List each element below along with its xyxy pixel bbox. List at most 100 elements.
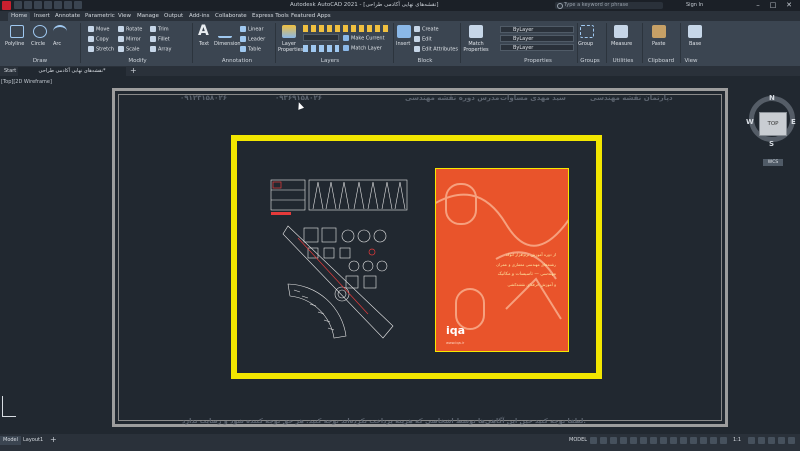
new-tab-button[interactable]: +: [130, 66, 137, 75]
layer-toolbar-icons[interactable]: [303, 25, 391, 32]
ortho-icon[interactable]: [610, 437, 617, 444]
dimension-icon[interactable]: [218, 25, 232, 38]
create-block-button[interactable]: Create: [414, 26, 439, 33]
tab-output[interactable]: Output: [161, 12, 186, 21]
paste-button[interactable]: Paste: [652, 41, 666, 47]
text-icon[interactable]: A: [198, 23, 209, 39]
base-view-icon[interactable]: [688, 25, 702, 38]
wcs-menu[interactable]: WCS: [763, 159, 783, 166]
annotation-visibility-icon[interactable]: [720, 437, 727, 444]
tab-home[interactable]: Home: [8, 12, 31, 21]
tab-addins[interactable]: Add-ins: [186, 12, 213, 21]
mirror-button[interactable]: Mirror: [118, 36, 141, 43]
customization-menu-icon[interactable]: [788, 437, 795, 444]
base-button[interactable]: Base: [689, 41, 701, 47]
annotation-panel-label[interactable]: Annotation: [212, 57, 262, 65]
match-layer-button[interactable]: Match Layer: [343, 45, 382, 52]
transparency-icon[interactable]: [660, 437, 667, 444]
edit-attributes-button[interactable]: Edit Attributes: [414, 46, 458, 53]
tab-parametric[interactable]: Parametric: [82, 12, 118, 21]
plot-icon[interactable]: [54, 1, 62, 9]
measure-button[interactable]: Measure: [611, 41, 632, 47]
utilities-panel-label[interactable]: Utilities: [608, 57, 638, 65]
polyline-button[interactable]: Polyline: [5, 41, 24, 47]
tab-view[interactable]: View: [115, 12, 134, 21]
search-input[interactable]: Type a keyword or phrase: [555, 2, 663, 9]
snap-icon[interactable]: [600, 437, 607, 444]
tab-collaborate[interactable]: Collaborate: [212, 12, 250, 21]
properties-panel-label[interactable]: Properties: [520, 57, 556, 65]
linetype-dropdown[interactable]: ByLayer: [500, 35, 574, 42]
selection-cycling-icon[interactable]: [670, 437, 677, 444]
viewcube-south[interactable]: S: [769, 140, 774, 148]
tab-insert[interactable]: Insert: [31, 12, 53, 21]
view-panel-label[interactable]: View: [682, 57, 700, 65]
annotation-monitor-icon[interactable]: [758, 437, 765, 444]
annotation-scale[interactable]: 1:1: [730, 436, 744, 445]
polyline-icon[interactable]: [10, 25, 24, 38]
tab-express-tools[interactable]: Express Tools: [249, 12, 292, 21]
workspace-gear-icon[interactable]: [748, 437, 755, 444]
groups-panel-label[interactable]: Groups: [578, 57, 602, 65]
group-icon[interactable]: [580, 25, 594, 38]
tab-layout1[interactable]: Layout1: [20, 436, 46, 445]
tab-manage[interactable]: Manage: [134, 12, 162, 21]
text-button[interactable]: Text: [199, 41, 209, 47]
clean-screen-icon[interactable]: [778, 437, 785, 444]
redo-icon[interactable]: [74, 1, 82, 9]
otrack-icon[interactable]: [640, 437, 647, 444]
new-icon[interactable]: [14, 1, 22, 9]
layer-properties-button[interactable]: Layer Properties: [278, 41, 303, 53]
table-button[interactable]: Table: [240, 46, 261, 53]
minimize-button[interactable]: –: [752, 1, 764, 10]
arc-icon[interactable]: [53, 25, 67, 38]
scale-button[interactable]: Scale: [118, 46, 139, 53]
fillet-button[interactable]: Fillet: [150, 36, 170, 43]
match-properties-icon[interactable]: [469, 25, 483, 38]
trim-button[interactable]: Trim: [150, 26, 169, 33]
array-button[interactable]: Array: [150, 46, 171, 53]
3d-osnap-icon[interactable]: [680, 437, 687, 444]
move-button[interactable]: Move: [88, 26, 109, 33]
block-panel-label[interactable]: Block: [412, 57, 438, 65]
rotate-button[interactable]: Rotate: [118, 26, 142, 33]
layers-panel-label[interactable]: Layers: [315, 57, 345, 65]
model-space-button[interactable]: MODEL: [566, 436, 590, 445]
layer-dropdown[interactable]: [303, 34, 339, 41]
viewcube-top[interactable]: TOP: [759, 112, 787, 136]
undo-icon[interactable]: [64, 1, 72, 9]
leader-button[interactable]: Leader: [240, 36, 265, 43]
match-properties-button[interactable]: Match Properties: [463, 41, 489, 53]
measure-icon[interactable]: [614, 25, 628, 38]
lineweight-dropdown[interactable]: ByLayer: [500, 44, 574, 51]
viewport-label[interactable]: [Top][2D Wireframe]: [1, 79, 52, 85]
save-icon[interactable]: [34, 1, 42, 9]
layer-tools-icons[interactable]: [303, 45, 339, 52]
file-tab-drawing[interactable]: نقشه‌های نهایی آکادمی طراحی*: [18, 67, 126, 76]
arc-button[interactable]: Arc: [53, 41, 61, 47]
layer-properties-icon[interactable]: [282, 25, 296, 38]
make-current-button[interactable]: Make Current: [343, 35, 385, 42]
clipboard-panel-label[interactable]: Clipboard: [645, 57, 677, 65]
edit-block-button[interactable]: Edit: [414, 36, 432, 43]
circle-icon[interactable]: [33, 25, 47, 38]
close-button[interactable]: ✕: [783, 1, 795, 10]
add-layout-button[interactable]: +: [50, 435, 57, 444]
selection-filter-icon[interactable]: [700, 437, 707, 444]
maximize-button[interactable]: □: [767, 1, 779, 10]
polar-icon[interactable]: [620, 437, 627, 444]
stretch-button[interactable]: Stretch: [88, 46, 114, 53]
group-button[interactable]: Group: [578, 41, 593, 47]
tab-annotate[interactable]: Annotate: [52, 12, 83, 21]
dynamic-ucs-icon[interactable]: [690, 437, 697, 444]
modify-panel-label[interactable]: Modify: [115, 57, 160, 65]
color-dropdown[interactable]: ByLayer: [500, 26, 574, 33]
viewcube-east[interactable]: E: [791, 118, 796, 126]
saveas-icon[interactable]: [44, 1, 52, 9]
draw-panel-label[interactable]: Draw: [20, 57, 60, 65]
dimension-button[interactable]: Dimension: [214, 41, 241, 47]
grid-icon[interactable]: [590, 437, 597, 444]
open-icon[interactable]: [24, 1, 32, 9]
gizmo-icon[interactable]: [710, 437, 717, 444]
tab-model[interactable]: Model: [0, 436, 22, 445]
